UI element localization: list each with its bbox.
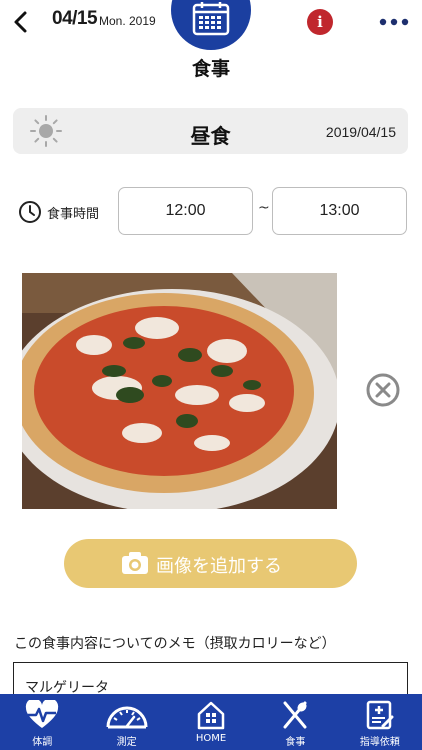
tab-label: 測定	[116, 737, 137, 748]
clock-icon	[19, 201, 41, 223]
heart-pulse-icon	[26, 700, 59, 728]
remove-photo-button[interactable]	[365, 372, 401, 408]
tab-label: 指導依頼	[359, 737, 400, 748]
meal-date: 2019/04/15	[325, 124, 396, 140]
tab-label: 体調	[32, 737, 53, 748]
home-icon	[197, 701, 225, 730]
gauge-icon	[106, 706, 148, 729]
meal-photo	[22, 273, 337, 509]
tab-guidance[interactable]: 指導依頼	[338, 694, 422, 750]
back-button[interactable]	[10, 10, 32, 34]
header-date: 04/15	[52, 8, 98, 29]
end-time-field[interactable]: 13:00	[272, 187, 407, 235]
tab-bar: 体調 測定 HOME 食事 指導依頼	[0, 694, 422, 750]
more-button[interactable]	[378, 12, 412, 32]
page-title: 食事	[191, 58, 230, 80]
tab-home[interactable]: HOME	[169, 694, 253, 750]
tab-measure[interactable]: 測定	[84, 694, 168, 750]
fork-spoon-icon	[283, 701, 307, 729]
info-icon: i	[317, 13, 323, 31]
calendar-button[interactable]	[171, 0, 251, 50]
calendar-icon	[192, 2, 230, 36]
more-dots-icon	[379, 18, 409, 26]
meal-header: 昼食 2019/04/15	[13, 108, 408, 154]
time-separator: ~	[258, 200, 270, 216]
add-image-label: 画像を追加する	[156, 556, 282, 577]
start-time-field[interactable]: 12:00	[118, 187, 253, 235]
header-weekday-year: Mon. 2019	[99, 14, 156, 28]
clipboard-plus-icon	[366, 700, 394, 730]
tab-label: 食事	[285, 737, 306, 748]
memo-label: この食事内容についてのメモ（摂取カロリーなど）	[14, 636, 336, 652]
meal-time-label: 食事時間	[47, 207, 100, 222]
header: 04/15 Mon. 2019 i	[0, 0, 422, 50]
tab-health[interactable]: 体調	[0, 694, 84, 750]
camera-icon	[122, 552, 148, 574]
add-image-button[interactable]: 画像を追加する	[64, 539, 357, 588]
chevron-left-icon	[14, 11, 27, 33]
tab-label: HOME	[195, 733, 227, 744]
tab-meal[interactable]: 食事	[253, 694, 337, 750]
info-button[interactable]: i	[307, 9, 333, 35]
